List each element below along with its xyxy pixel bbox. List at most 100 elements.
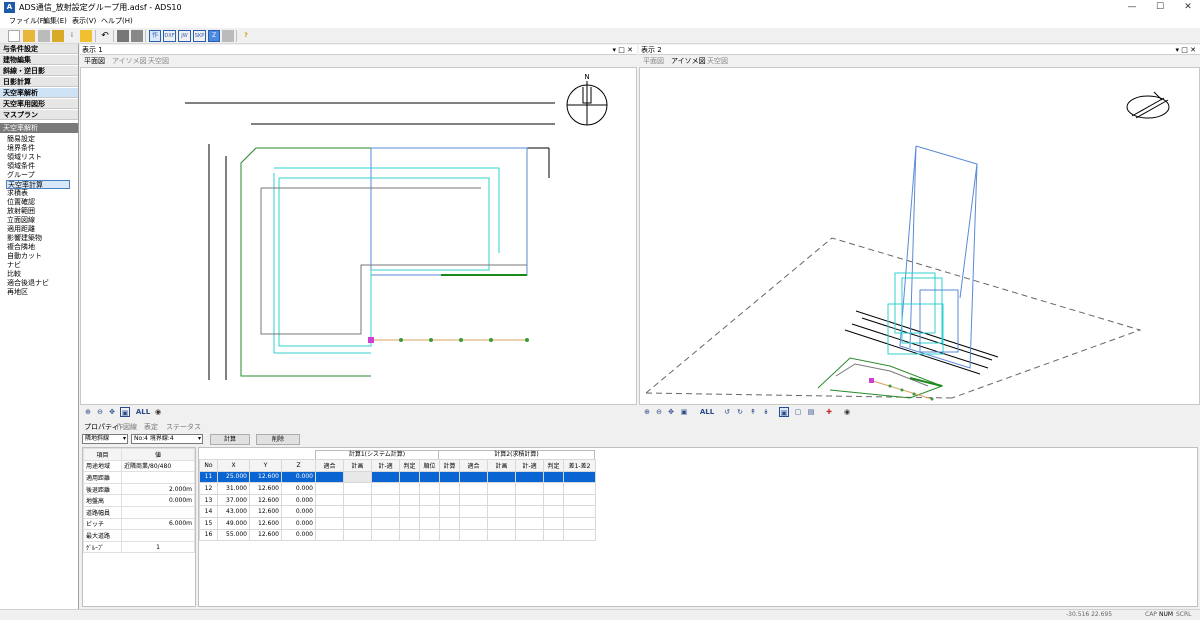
menu-file[interactable]: ファイル(F)	[9, 16, 47, 26]
view2-window-controls[interactable]: ▾ □ ✕	[1176, 45, 1196, 55]
zoom-out-icon[interactable]: ⊖	[654, 407, 664, 417]
left-item[interactable]: 位置確認	[6, 198, 70, 207]
view1-canvas[interactable]: N	[80, 67, 637, 405]
fit-icon[interactable]: ▣	[120, 407, 130, 417]
maximize-icon[interactable]: ☐	[1146, 0, 1174, 15]
table-row[interactable]: 14 43.000 12.600 0.000	[199, 505, 596, 518]
left-item[interactable]: 影響建築物	[6, 234, 70, 243]
tab-plan[interactable]: 平面図	[84, 56, 105, 66]
close-icon[interactable]: ✕	[1174, 0, 1200, 15]
iso-view-icon[interactable]: ▣	[779, 407, 789, 417]
dxf-icon[interactable]: DXF	[163, 30, 176, 42]
print-preview-icon[interactable]	[131, 30, 143, 42]
tab-table[interactable]: 表定	[144, 422, 158, 432]
panel-header-shadow[interactable]: 日影計算	[0, 77, 78, 87]
info-icon[interactable]: i	[66, 30, 78, 42]
table-row[interactable]: 13 37.000 12.600 0.000	[199, 493, 596, 507]
tab-sky[interactable]: 天空図	[707, 56, 728, 66]
table-row[interactable]: 11 25.000 12.600 0.000	[199, 470, 596, 484]
rotate-right-icon[interactable]: ↻	[735, 407, 745, 417]
menu-edit[interactable]: 編集(E)	[43, 16, 67, 26]
export-icon[interactable]	[52, 30, 64, 42]
delete-button[interactable]: 削除	[256, 434, 300, 445]
show-all-button[interactable]: ALL	[699, 407, 715, 417]
pan-icon[interactable]: ✥	[107, 407, 117, 417]
prop-value[interactable]: 6.000m	[121, 517, 195, 531]
tab-isometric[interactable]: アイソメ図	[671, 56, 706, 66]
calc-button[interactable]: 計算	[210, 434, 250, 445]
show-all-button[interactable]: ALL	[135, 407, 151, 417]
left-item[interactable]: 領域条件	[6, 162, 70, 171]
tilt-down-icon[interactable]: ↡	[761, 407, 771, 417]
left-item[interactable]: 複合隣地	[6, 243, 70, 252]
line-type-select[interactable]: 隣地斜線 ▾	[82, 434, 128, 444]
prop-value[interactable]: 1	[121, 540, 195, 554]
tab-properties[interactable]: プロパティ	[84, 422, 119, 432]
panel-header-sky-analysis[interactable]: 天空率解析	[0, 88, 78, 98]
new-file-icon[interactable]	[8, 30, 20, 42]
prop-value[interactable]: 2.000m	[121, 482, 195, 496]
flag-icon[interactable]	[80, 30, 92, 42]
table-row[interactable]: 12 31.000 12.600 0.000	[199, 482, 596, 495]
left-item[interactable]: 比較	[6, 270, 70, 279]
zoom-in-icon[interactable]: ⊕	[642, 407, 652, 417]
left-item[interactable]: 領域リスト	[6, 153, 70, 162]
prop-value[interactable]: 0.000m	[121, 494, 195, 507]
jw-icon[interactable]: JW	[178, 30, 191, 42]
rotate-left-icon[interactable]: ↺	[722, 407, 732, 417]
left-item[interactable]: 適合後退ナビ	[6, 279, 70, 288]
prop-value[interactable]: 近隣商業/80/480	[121, 459, 195, 473]
minimize-icon[interactable]: —	[1118, 0, 1146, 15]
left-item[interactable]: 自動カット	[6, 252, 70, 261]
grid-icon[interactable]	[222, 30, 234, 42]
menu-view[interactable]: 表示(V)	[72, 16, 96, 26]
tab-plan[interactable]: 平面図	[643, 56, 664, 66]
panel-header-conditions[interactable]: 与条件設定	[0, 44, 78, 54]
tilt-up-icon[interactable]: ↟	[748, 407, 758, 417]
side-view-icon[interactable]: ▤	[806, 407, 816, 417]
left-item-sky-calc[interactable]: 天空率計算	[6, 180, 70, 189]
draw-icon[interactable]: 作	[149, 30, 161, 42]
prop-value[interactable]	[121, 529, 195, 542]
tab-drawing-lines[interactable]: 作図線	[116, 422, 137, 432]
eye-icon[interactable]: ◉	[153, 407, 163, 417]
tab-sky[interactable]: 天空図	[148, 56, 169, 66]
view1-window-controls[interactable]: ▾ □ ✕	[613, 45, 633, 55]
prop-value[interactable]	[121, 505, 195, 519]
front-view-icon[interactable]: ▢	[793, 407, 803, 417]
table-row[interactable]: 15 49.000 12.600 0.000	[199, 516, 596, 530]
panel-header-slant[interactable]: 斜線・逆日影	[0, 66, 78, 76]
zoom-out-icon[interactable]: ⊖	[95, 407, 105, 417]
skp-icon[interactable]: SKP	[193, 30, 206, 42]
z-icon[interactable]: Z	[208, 30, 220, 42]
left-item[interactable]: グループ	[6, 171, 70, 180]
left-item[interactable]: 適用距離	[6, 225, 70, 234]
save-icon[interactable]	[38, 30, 50, 42]
left-item[interactable]: 境界条件	[6, 144, 70, 153]
menu-help[interactable]: ヘルプ(H)	[101, 16, 133, 26]
table-row[interactable]: 16 55.000 12.600 0.000	[199, 528, 596, 542]
left-item[interactable]: 放射範囲	[6, 207, 70, 216]
panel-header-massplan[interactable]: マスプラン	[0, 110, 78, 120]
tab-isometric[interactable]: アイソメ図	[112, 56, 147, 66]
help-icon[interactable]: ?	[240, 30, 252, 42]
zoom-in-icon[interactable]: ⊕	[83, 407, 93, 417]
pan-icon[interactable]: ✥	[666, 407, 676, 417]
fit-icon[interactable]: ▣	[679, 407, 689, 417]
axis-icon[interactable]: ✚	[824, 407, 834, 417]
left-item[interactable]: ナビ	[6, 261, 70, 270]
undo-icon[interactable]: ↶	[99, 30, 111, 42]
left-item[interactable]: 簡易設定	[6, 135, 70, 144]
panel-header-building[interactable]: 建物編集	[0, 55, 78, 65]
eye-icon[interactable]: ◉	[842, 407, 852, 417]
open-folder-icon[interactable]	[23, 30, 35, 42]
boundary-select[interactable]: No:4 境界線:4 ▾	[131, 434, 203, 444]
left-item[interactable]: 立面図線	[6, 216, 70, 225]
left-item[interactable]: 求積表	[6, 189, 70, 198]
panel-header-sky-shape[interactable]: 天空率用図形	[0, 99, 78, 109]
print-icon[interactable]	[117, 30, 129, 42]
tab-status[interactable]: ステータス	[166, 422, 201, 432]
left-item[interactable]: 再地区	[6, 288, 70, 297]
prop-value[interactable]	[121, 471, 195, 484]
view2-canvas[interactable]	[639, 67, 1200, 405]
